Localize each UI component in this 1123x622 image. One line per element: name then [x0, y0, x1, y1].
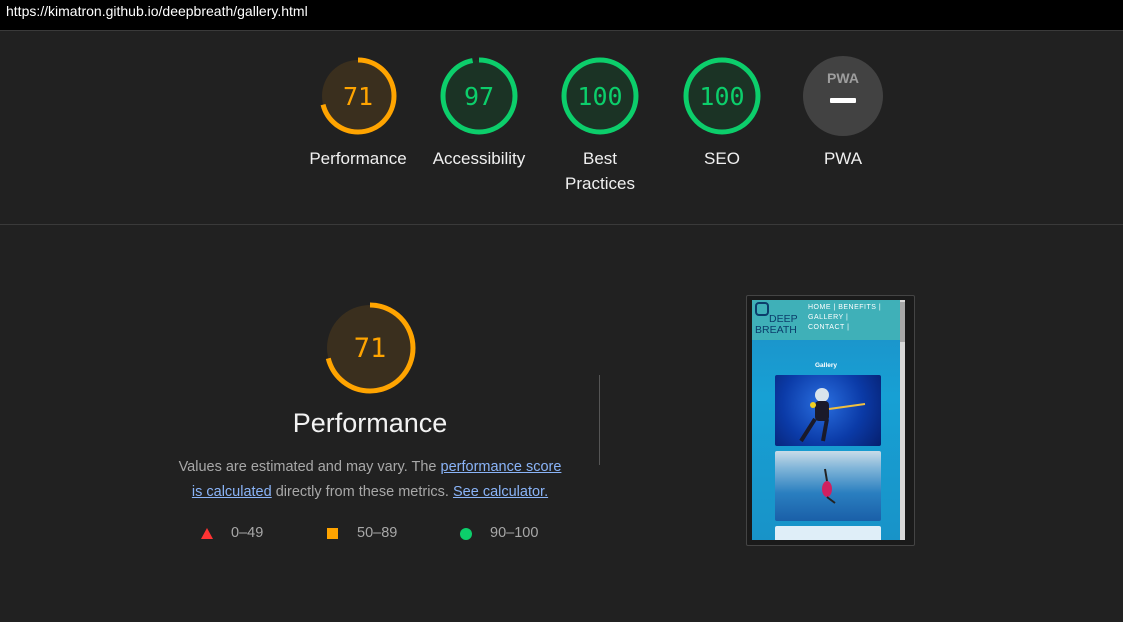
nav-line-3: CONTACT |	[808, 324, 850, 331]
nav-line-2: GALLERY |	[808, 314, 849, 321]
final-screenshot[interactable]: DEEP BREATH HOME | BENEFITS | GALLERY | …	[746, 295, 915, 546]
best-practices-gauge-ring: 100	[561, 57, 639, 135]
screenshot-scrollbar	[900, 300, 905, 540]
legend-pass-label: 90–100	[490, 525, 539, 541]
performance-large-gauge-ring: 71	[324, 302, 416, 394]
diver-illustration-2	[822, 468, 836, 504]
legend-fail-label: 0–49	[231, 525, 264, 541]
is-calculated-link[interactable]: is calculated	[192, 484, 272, 500]
screenshot-gallery-title: Gallery	[814, 362, 838, 369]
best-practices-label-line2: Practices	[565, 174, 635, 193]
gauge-pwa[interactable]: PWA PWA	[788, 56, 898, 171]
diver-photo-2	[775, 451, 881, 521]
deep-breath-logo: DEEP BREATH	[755, 302, 807, 338]
gauge-accessibility[interactable]: 97 Accessibility	[424, 56, 534, 171]
legend-average-label: 50–89	[357, 525, 398, 541]
pwa-badge-icon: PWA	[803, 56, 883, 136]
performance-large-gauge: 71	[322, 300, 418, 396]
performance-description: Values are estimated and may vary. The p…	[160, 455, 580, 505]
performance-label: Performance	[309, 149, 407, 168]
diver-photo-1	[775, 375, 881, 446]
pwa-badge-text: PWA	[827, 70, 859, 86]
see-calculator-link[interactable]: See calculator.	[453, 484, 548, 500]
screenshot-nav: HOME | BENEFITS | GALLERY | CONTACT |	[808, 303, 881, 333]
nav-line-1: HOME | BENEFITS |	[808, 304, 882, 311]
page-url: https://kimatron.github.io/deepbreath/ga…	[6, 3, 308, 19]
triangle-icon	[201, 528, 213, 539]
divider	[0, 224, 1123, 225]
performance-title: Performance	[292, 408, 448, 438]
url-bar: https://kimatron.github.io/deepbreath/ga…	[0, 0, 1123, 30]
desc-text-1: Values are estimated and may vary. The	[178, 459, 441, 475]
performance-score-link[interactable]: performance score	[441, 459, 562, 475]
desc-text-2: directly from these metrics.	[271, 484, 453, 500]
scrollbar-thumb	[900, 302, 905, 342]
performance-gauge-ring: 71	[319, 57, 397, 135]
best-practices-label-line1: Best	[582, 149, 618, 168]
vertical-divider	[599, 375, 600, 465]
screenshot-header: DEEP BREATH HOME | BENEFITS | GALLERY | …	[752, 300, 905, 340]
logo-word-2: BREATH	[755, 324, 797, 336]
accessibility-label: Accessibility	[432, 149, 526, 168]
best-practices-label: Best Practices	[545, 146, 655, 196]
pwa-label: PWA	[823, 149, 863, 168]
seo-gauge-ring: 100	[683, 57, 761, 135]
snorkel-mask-icon	[755, 302, 769, 316]
circle-icon	[460, 528, 472, 540]
gauge-performance[interactable]: 71 Performance	[303, 56, 413, 171]
seo-score: 100	[699, 82, 744, 111]
gauge-best-practices[interactable]: 100 Best Practices	[545, 56, 655, 196]
square-icon	[327, 528, 338, 539]
seo-label: SEO	[704, 149, 740, 168]
best-practices-score: 100	[577, 82, 622, 111]
diver-illustration	[799, 388, 866, 443]
performance-large-score: 71	[354, 333, 387, 364]
performance-score: 71	[343, 82, 373, 111]
divider	[0, 30, 1123, 31]
accessibility-score: 97	[464, 82, 494, 111]
accessibility-gauge-ring: 97	[440, 57, 518, 135]
screenshot-page: DEEP BREATH HOME | BENEFITS | GALLERY | …	[752, 300, 905, 540]
diver-photo-3	[775, 526, 881, 540]
gauge-seo[interactable]: 100 SEO	[667, 56, 777, 171]
